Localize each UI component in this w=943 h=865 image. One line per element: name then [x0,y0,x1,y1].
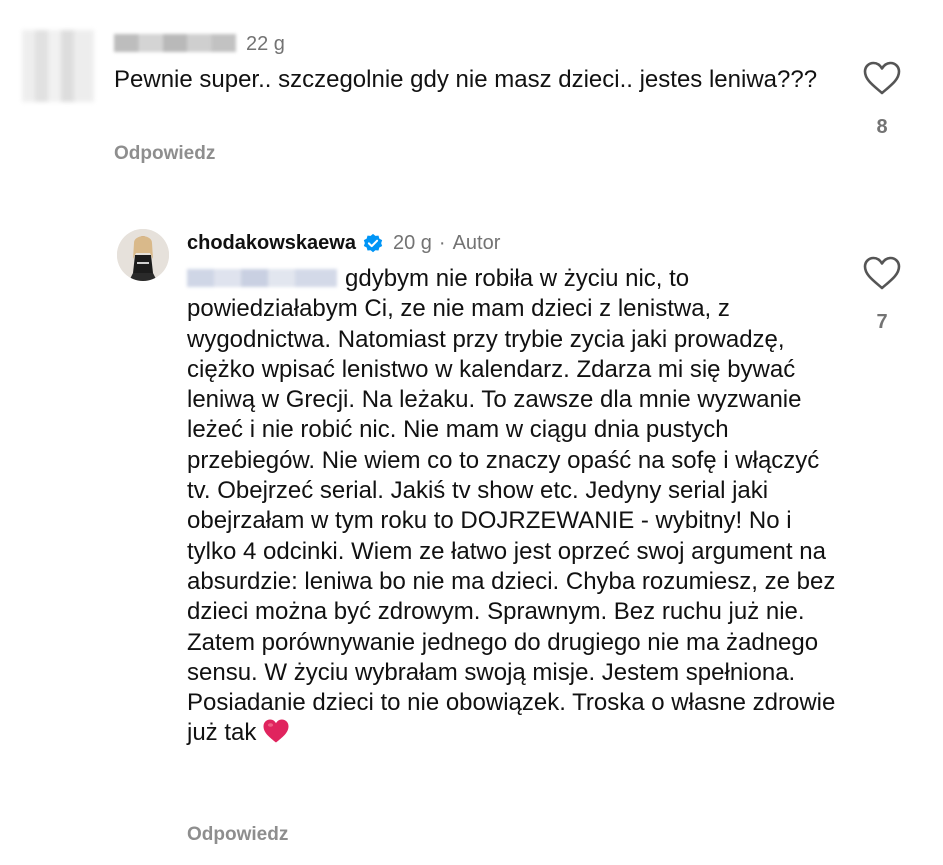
author-label: Autor [452,232,501,254]
comment-text: gdybym nie robiła w życiu nic, to powied… [187,264,847,749]
comment-time: 22 g [246,33,285,55]
like-count: 8 [876,116,888,138]
verified-badge-icon [363,233,383,252]
avatar-photo-image [117,229,169,281]
username[interactable]: chodakowskaewa [187,232,356,255]
username-blurred[interactable] [114,34,236,52]
comment-text: Pewnie super.. szczegolnie gdy nie masz … [114,66,818,93]
avatar-blurred[interactable] [22,30,94,102]
reply-button[interactable]: Odpowiedz [114,143,215,165]
heart-outline-icon [863,256,901,290]
comment-time: 20 g [392,232,432,254]
red-heart-emoji-icon [263,719,289,743]
like-count: 7 [876,311,888,333]
like-button[interactable] [862,255,902,291]
mention-blurred[interactable] [187,269,337,287]
heart-outline-icon [863,61,901,95]
comment-body: gdybym nie robiła w życiu nic, to powied… [187,265,836,747]
avatar[interactable] [117,229,169,281]
like-button[interactable] [862,60,902,96]
meta-separator: · [438,232,446,254]
reply-button[interactable]: Odpowiedz [187,824,288,846]
comment-header: chodakowskaewa 20 g · Autor [187,232,500,255]
